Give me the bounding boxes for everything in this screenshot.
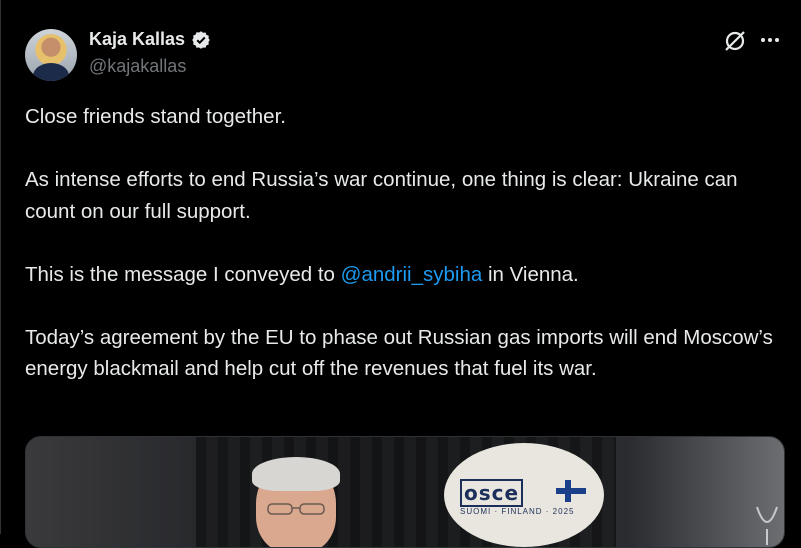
person-hair: [252, 457, 340, 491]
finland-flag-icon: [556, 480, 586, 502]
avatar[interactable]: [25, 29, 77, 81]
grok-icon[interactable]: [722, 28, 748, 54]
author-handle[interactable]: @kajakallas: [89, 56, 186, 77]
author-name[interactable]: Kaja Kallas: [89, 29, 185, 50]
tweet-paragraph-3: This is the message I conveyed to @andri…: [25, 259, 785, 291]
tweet-p3-before: This is the message I conveyed to: [25, 262, 341, 286]
tweet-media-image[interactable]: osce SUOMI · FINLAND · 2025: [25, 436, 785, 548]
tweet-p3-after: in Vienna.: [482, 262, 579, 286]
osce-logo: osce: [460, 479, 524, 507]
glasses: [267, 503, 325, 515]
osce-logo-subtitle: SUOMI · FINLAND · 2025: [460, 507, 575, 516]
mention-link[interactable]: @andrii_sybiha: [341, 263, 483, 286]
tweet-paragraph-4: Today’s agreement by the EU to phase out…: [25, 325, 773, 381]
osce-logo-text: osce: [460, 479, 524, 507]
more-options-icon[interactable]: [758, 30, 782, 50]
tweet-text: Close friends stand together. As intense…: [25, 101, 785, 385]
verified-badge-icon: [192, 30, 210, 49]
left-border: [0, 0, 1, 534]
tweet-paragraph-1: Close friends stand together.: [25, 105, 286, 128]
glass-icon: [756, 506, 778, 545]
author-name-row[interactable]: Kaja Kallas: [89, 29, 211, 50]
tweet-paragraph-2: As intense efforts to end Russia’s war c…: [25, 168, 738, 223]
